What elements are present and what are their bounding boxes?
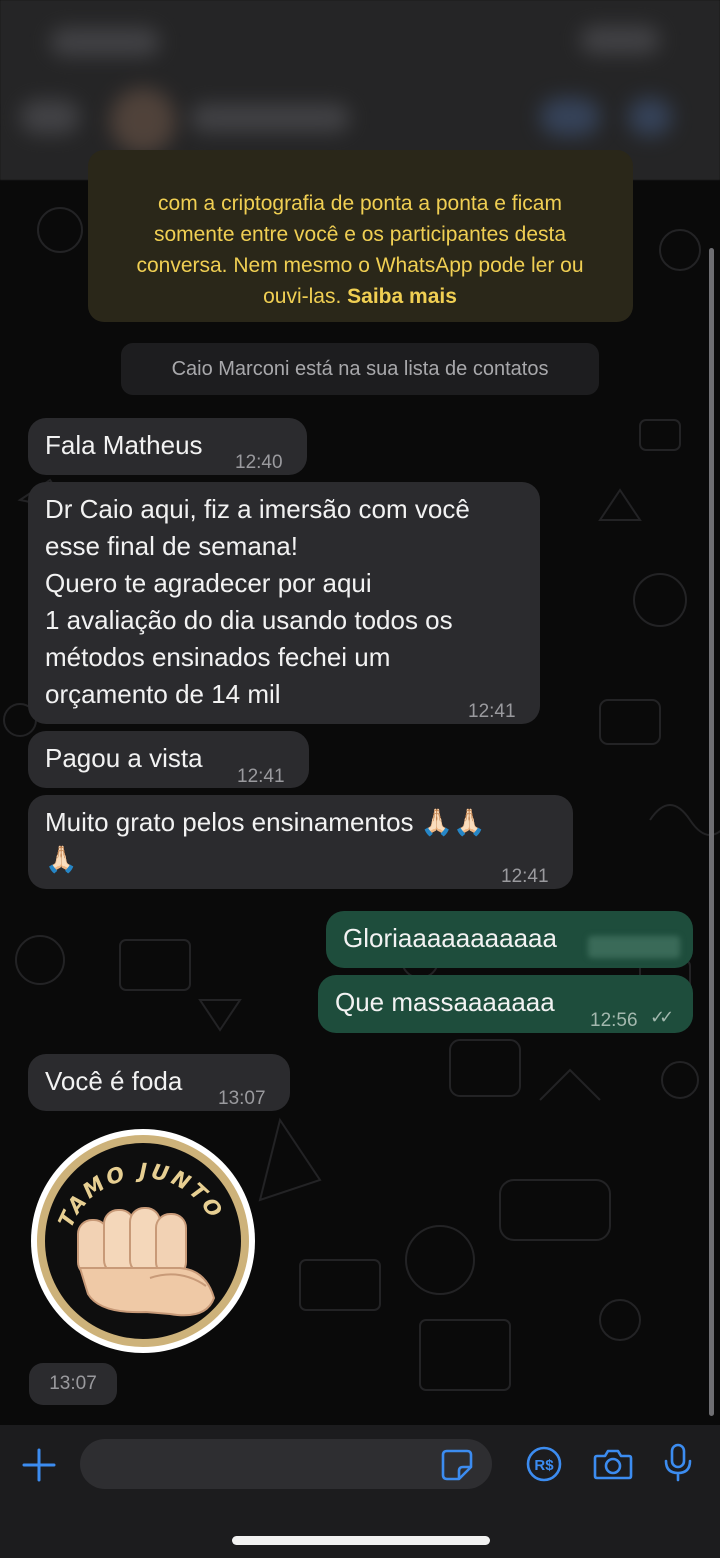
home-indicator[interactable]	[232, 1536, 490, 1545]
microphone-icon[interactable]	[663, 1443, 693, 1483]
blurred-timestamp	[588, 936, 680, 958]
learn-more-link[interactable]: Saiba mais	[347, 285, 457, 308]
sticker-icon[interactable]	[440, 1448, 474, 1482]
outgoing-message[interactable]: Gloriaaaaaaaaaaa	[326, 911, 693, 968]
plus-icon[interactable]	[21, 1447, 57, 1483]
message-text: Fala Matheus	[45, 430, 203, 460]
message-text: Gloriaaaaaaaaaaa	[343, 923, 557, 953]
message-time: 13:07	[218, 1088, 266, 1109]
message-time: 12:40	[235, 452, 283, 473]
message-input[interactable]	[80, 1439, 492, 1489]
message-text: Dr Caio aqui, fiz a imersão com você ess…	[45, 494, 470, 709]
encryption-notice-text: com a criptografia de ponta a ponta e fi…	[100, 188, 620, 312]
notice-line-4: ouvi-las. Saiba mais	[100, 281, 620, 312]
tamo-junto-sticker[interactable]: TAMO JUNTO	[30, 1128, 256, 1354]
incoming-message[interactable]: Pagou a vista 12:41	[28, 731, 309, 788]
message-time: 12:41	[501, 866, 549, 887]
message-text: Que massaaaaaaa	[335, 987, 555, 1017]
message-text: Você é foda	[45, 1066, 183, 1096]
outgoing-message[interactable]: Que massaaaaaaa 12:56 ✓✓	[318, 975, 693, 1033]
svg-text:R$: R$	[534, 1457, 554, 1474]
incoming-message[interactable]: Você é foda 13:07	[28, 1054, 290, 1111]
payment-icon[interactable]: R$	[525, 1445, 563, 1483]
contact-status-notice: Caio Marconi está na sua lista de contat…	[121, 343, 599, 395]
notice-line-2: somente entre você e os participantes de…	[153, 223, 567, 246]
read-receipt-icon: ✓✓	[650, 1007, 674, 1027]
message-text: Pagou a vista	[45, 743, 203, 773]
sticker-time: 13:07	[29, 1363, 117, 1405]
scrollbar[interactable]	[709, 248, 714, 1416]
message-text: Muito grato pelos ensinamentos 🙏🏻🙏🏻 🙏🏻	[45, 807, 486, 874]
incoming-message[interactable]: Muito grato pelos ensinamentos 🙏🏻🙏🏻 🙏🏻 1…	[28, 795, 573, 889]
message-time: 12:56	[590, 1010, 638, 1031]
camera-icon[interactable]	[593, 1447, 633, 1481]
incoming-message[interactable]: Dr Caio aqui, fiz a imersão com você ess…	[28, 482, 540, 724]
message-time: 12:41	[237, 766, 285, 787]
notice-line-4-text: ouvi-las.	[263, 285, 342, 308]
incoming-message[interactable]: Fala Matheus 12:40	[28, 418, 307, 475]
notice-line-1: com a criptografia de ponta a ponta e fi…	[158, 192, 562, 215]
notice-line-3: conversa. Nem mesmo o WhatsApp pode ler …	[136, 254, 584, 277]
message-time: 12:41	[468, 701, 516, 722]
